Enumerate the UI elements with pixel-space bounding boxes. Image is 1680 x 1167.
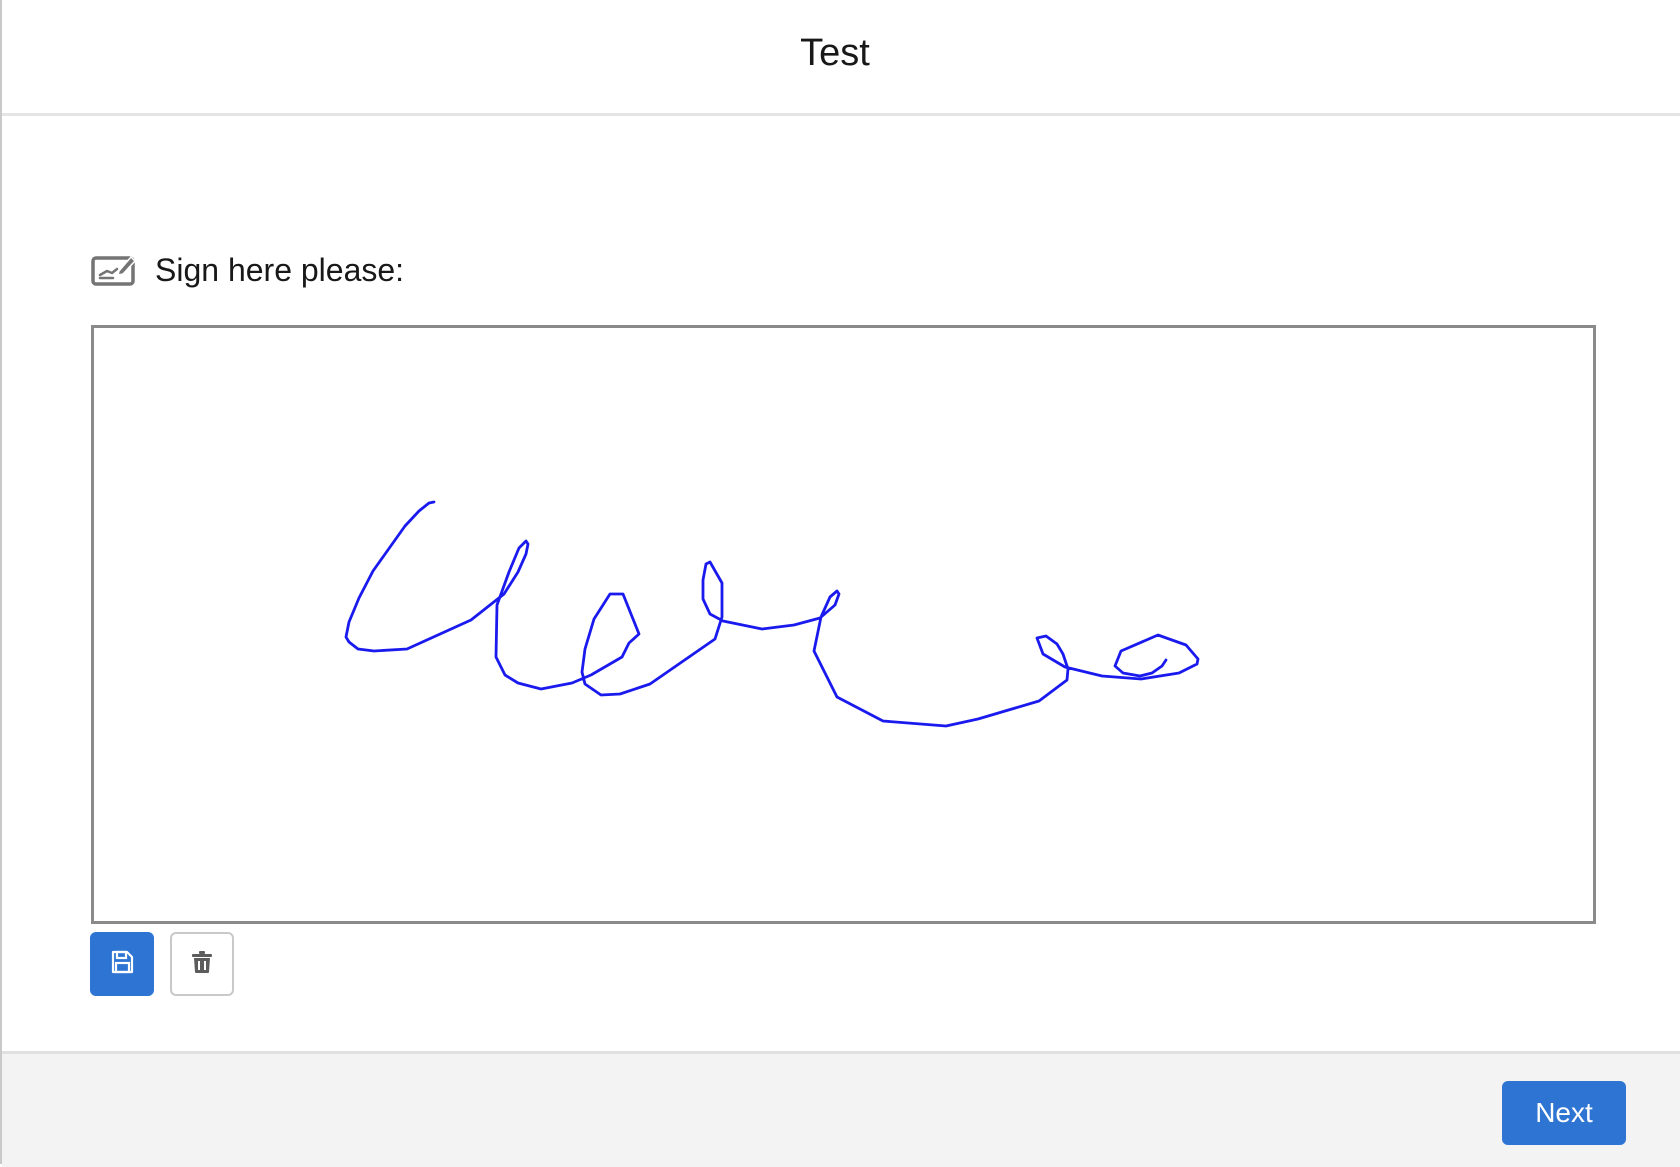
signature-stroke-layer (344, 500, 1200, 728)
clear-signature-button[interactable] (170, 932, 234, 996)
signature-label-row: Sign here please: (91, 250, 404, 290)
flow-modal: Test Sign here please: Next (2, 0, 1680, 1167)
save-signature-button[interactable] (90, 932, 154, 996)
modal-title: Test (800, 32, 870, 74)
signature-stroke (344, 500, 1200, 728)
signature-label: Sign here please: (155, 251, 405, 288)
signature-canvas[interactable] (91, 325, 1596, 924)
signature-pad-icon (91, 253, 137, 287)
signature-actions (90, 932, 234, 996)
modal-header: Test (2, 0, 1680, 116)
modal-footer: Next (2, 1051, 1680, 1167)
save-icon (110, 950, 134, 979)
trash-icon (191, 950, 213, 979)
next-button[interactable]: Next (1502, 1081, 1626, 1145)
modal-body: Sign here please: (2, 116, 1680, 1054)
